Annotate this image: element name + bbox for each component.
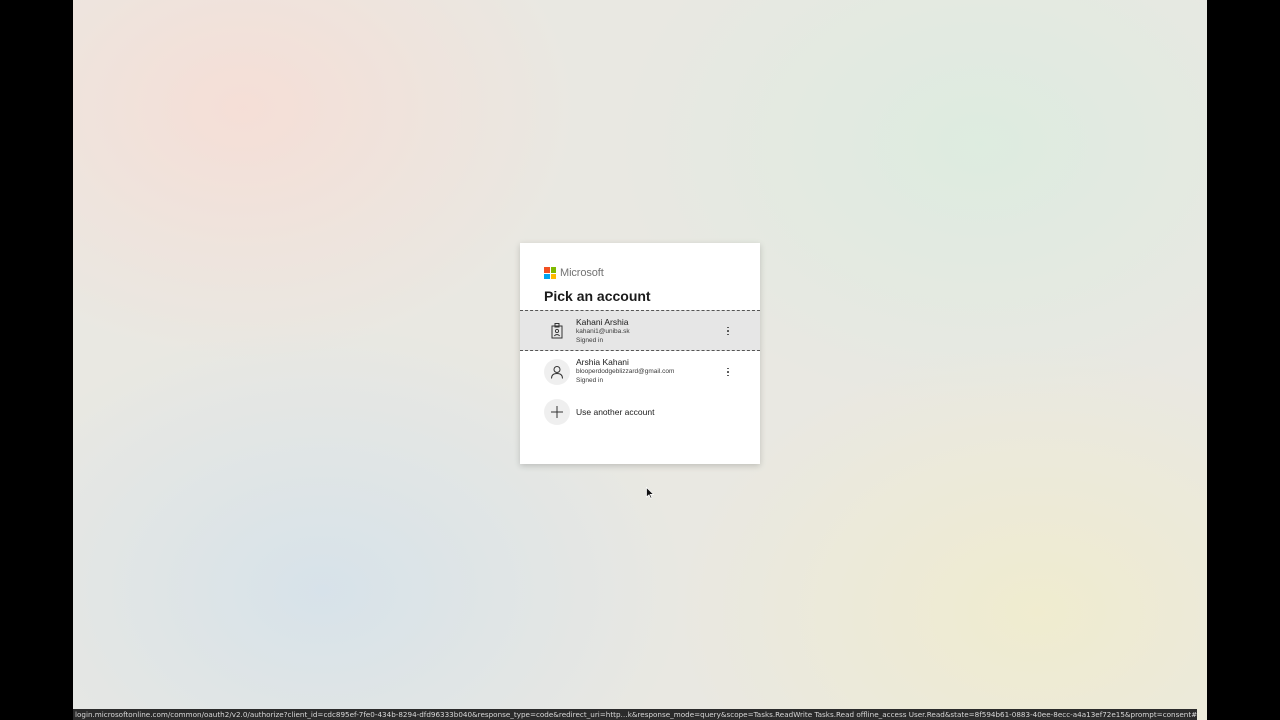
browser-viewport: Microsoft Pick an account Kahani Arshia … — [73, 0, 1207, 720]
more-vertical-icon[interactable] — [723, 365, 733, 379]
browser-status-bar-url: login.microsoftonline.com/common/oauth2/… — [73, 709, 1197, 720]
more-vertical-icon[interactable] — [723, 324, 733, 338]
account-tile-kahani-arshia[interactable]: Kahani Arshia kahani1@uniba.sk Signed in — [520, 310, 760, 351]
account-info: Kahani Arshia kahani1@uniba.sk Signed in — [576, 317, 630, 345]
plus-icon — [544, 399, 570, 425]
account-email: blooperdodgeblizzard@gmail.com — [576, 368, 675, 375]
account-status: Signed in — [576, 337, 604, 344]
use-another-account-button[interactable]: Use another account — [520, 392, 760, 433]
account-email: kahani1@uniba.sk — [576, 328, 630, 335]
microsoft-wordmark: Microsoft — [560, 267, 604, 279]
microsoft-logo-icon — [544, 267, 556, 279]
account-status: Signed in — [576, 377, 604, 384]
account-name: Kahani Arshia — [576, 317, 629, 327]
person-icon — [544, 359, 570, 385]
account-picker-card: Microsoft Pick an account Kahani Arshia … — [520, 243, 760, 464]
page-title: Pick an account — [544, 288, 651, 304]
account-name: Arshia Kahani — [576, 357, 629, 367]
microsoft-brand: Microsoft — [544, 267, 604, 279]
work-badge-icon — [544, 318, 570, 344]
mouse-cursor-icon — [646, 487, 654, 499]
account-info: Arshia Kahani blooperdodgeblizzard@gmail… — [576, 357, 674, 385]
account-tile-arshia-kahani[interactable]: Arshia Kahani blooperdodgeblizzard@gmail… — [520, 351, 760, 392]
use-another-account-label: Use another account — [576, 407, 655, 417]
